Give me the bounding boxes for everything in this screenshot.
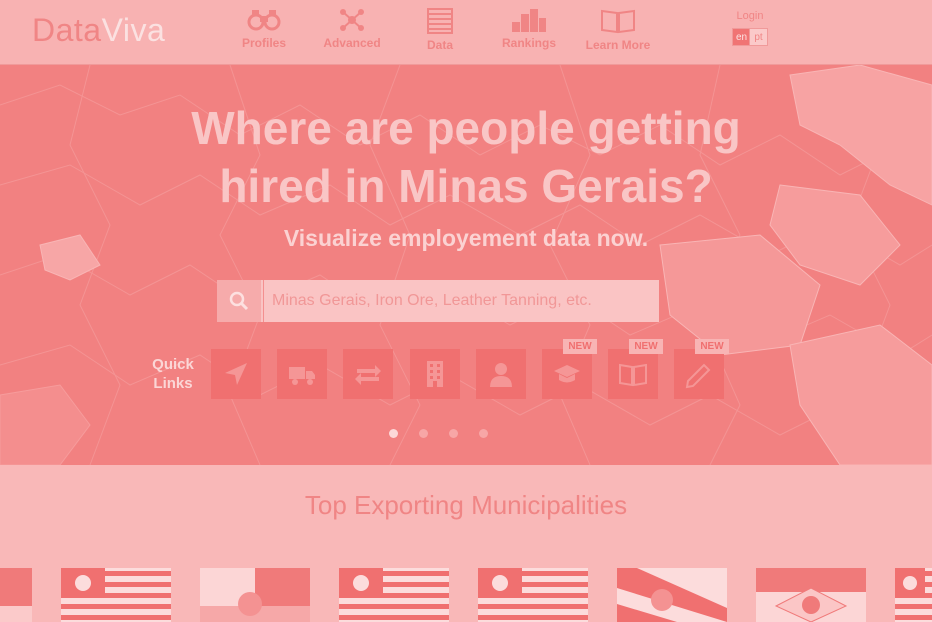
nav-label: Profiles: [241, 36, 286, 50]
exchange-icon: [355, 365, 381, 385]
lang-pt-button[interactable]: pt: [749, 28, 768, 46]
nav-learn-more[interactable]: Learn More: [584, 8, 652, 52]
headline-line-1: Where are people getting: [191, 102, 741, 154]
search-button[interactable]: [217, 280, 261, 322]
hero-banner: Where are people getting hired in Minas …: [0, 65, 932, 465]
hero-headline: Where are people getting hired in Minas …: [0, 99, 932, 215]
quick-link-exchange[interactable]: [343, 349, 393, 399]
bar-chart-icon: [512, 9, 546, 32]
nav-rankings[interactable]: Rankings: [501, 8, 557, 50]
diagonal-flag-icon[interactable]: [617, 568, 727, 622]
table-icon: [427, 8, 453, 34]
hero-subheadline: Visualize employement data now.: [283, 225, 649, 251]
crest-flag-icon[interactable]: [756, 568, 866, 622]
nav-advanced[interactable]: Advanced: [322, 8, 382, 50]
municipal-flag-icon[interactable]: [200, 568, 310, 622]
location-arrow-icon: [225, 363, 247, 385]
new-badge: NEW: [629, 339, 663, 354]
search-icon: [229, 291, 249, 311]
book-icon: [601, 9, 635, 34]
new-badge: NEW: [695, 339, 729, 354]
network-icon: [340, 9, 364, 31]
quick-links-label-line-1: Quick: [152, 356, 194, 373]
sao-paulo-flag-icon[interactable]: [895, 568, 932, 622]
nav-profiles[interactable]: Profiles: [241, 8, 287, 50]
login-link[interactable]: Login: [728, 10, 772, 22]
nav-label: Advanced: [323, 36, 381, 50]
section-title: Top Exporting Municipalities: [304, 490, 628, 520]
dataviva-logo[interactable]: DataViva: [32, 12, 165, 49]
carousel-dot-3[interactable]: [449, 429, 458, 438]
open-book-icon: [619, 363, 647, 387]
quick-link-location[interactable]: [211, 349, 261, 399]
search-input[interactable]: [263, 280, 655, 322]
quick-link-education[interactable]: [542, 349, 592, 399]
building-icon: [427, 361, 443, 387]
sao-paulo-flag-icon[interactable]: [339, 568, 449, 622]
truck-icon: [289, 367, 315, 385]
language-area: Login en pt: [728, 10, 772, 46]
nav-label: Rankings: [501, 36, 556, 50]
graduation-cap-icon: [554, 365, 580, 383]
nav-data[interactable]: Data: [424, 8, 456, 52]
search-bar: [217, 280, 659, 322]
quick-links-label-line-2: Links: [153, 375, 193, 392]
headline-line-2: hired in Minas Gerais?: [219, 160, 713, 212]
carousel-dot-2[interactable]: [419, 429, 428, 438]
sao-paulo-flag-icon[interactable]: [478, 568, 588, 622]
pencil-icon: [685, 363, 711, 389]
carousel-dot-1[interactable]: [389, 429, 398, 438]
quick-link-industry[interactable]: [410, 349, 460, 399]
new-badge: NEW: [563, 339, 597, 354]
nav-label: Learn More: [585, 38, 651, 52]
partial-flag-icon[interactable]: [0, 568, 32, 622]
logo-text-viva: Viva: [101, 12, 166, 48]
quick-link-trade[interactable]: [277, 349, 327, 399]
logo-text-data: Data: [32, 12, 102, 48]
quick-link-write[interactable]: [674, 349, 724, 399]
nav-label: Data: [426, 38, 453, 52]
user-icon: [490, 363, 512, 387]
quick-links-label: Quick Links: [146, 355, 200, 393]
binoculars-icon: [247, 10, 281, 31]
quick-link-occupation[interactable]: [476, 349, 526, 399]
top-navbar: DataViva Profiles Advanced Data Rankings…: [0, 0, 932, 65]
quick-link-library[interactable]: [608, 349, 658, 399]
carousel-dot-4[interactable]: [479, 429, 488, 438]
sao-paulo-flag-icon[interactable]: [61, 568, 171, 622]
